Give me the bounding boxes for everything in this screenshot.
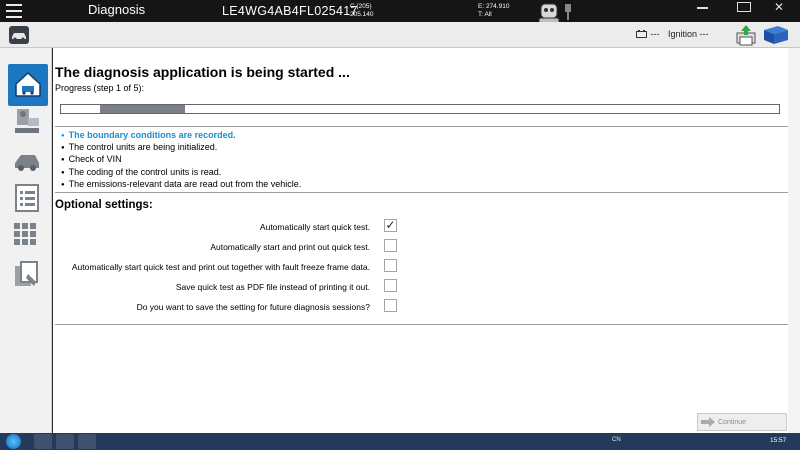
printer-icon[interactable] [734, 23, 758, 47]
plug-icon [565, 4, 571, 20]
nav-vehicle-service-icon[interactable] [12, 106, 42, 136]
arrow-right-icon [701, 417, 715, 427]
page-title: The diagnosis application is being start… [55, 64, 350, 80]
option-label: Automatically start quick test and print… [71, 262, 370, 272]
vehicle-selector-button[interactable] [9, 26, 29, 44]
step-item: Check of VIN [61, 154, 301, 166]
minimize-icon[interactable] [697, 7, 708, 9]
car-icon [12, 33, 26, 41]
ignition-status: Ignition --- [668, 29, 709, 39]
nav-documents-icon[interactable] [12, 260, 42, 290]
progress-label: Progress (step 1 of 5): [55, 83, 145, 93]
continue-button[interactable]: Continue [697, 413, 787, 431]
windows-taskbar: CN 15:57 [0, 433, 800, 450]
start-button[interactable] [6, 434, 21, 449]
battery-icon [636, 30, 647, 38]
option-row: Automatically start quick test. ✓ [53, 219, 788, 235]
option-label: Automatically start quick test. [259, 222, 370, 232]
t-version: T: All [478, 11, 492, 18]
nav-list-icon[interactable] [12, 183, 42, 213]
startup-step-list: The boundary conditions are recorded.The… [61, 130, 302, 191]
option-checkbox[interactable] [384, 239, 397, 252]
option-checkbox[interactable]: ✓ [384, 219, 397, 232]
divider [55, 192, 788, 193]
option-checkbox[interactable] [384, 259, 397, 272]
nav-home-button[interactable] [8, 64, 48, 106]
divider [55, 324, 788, 325]
c-code-line2: 205.140 [350, 11, 374, 18]
battery-status: --- [636, 29, 660, 39]
nav-grid-icon[interactable] [12, 221, 42, 251]
option-checkbox[interactable] [384, 299, 397, 312]
option-row: Automatically start and print out quick … [53, 239, 788, 255]
maximize-icon[interactable] [737, 2, 751, 12]
taskbar-app-1[interactable] [34, 434, 52, 449]
close-icon[interactable]: ✕ [774, 0, 784, 14]
nav-vehicle-icon[interactable] [12, 146, 42, 176]
toolbar: --- Ignition --- [0, 22, 800, 48]
progress-fill [100, 105, 185, 113]
option-row: Automatically start quick test and print… [53, 259, 788, 275]
option-row: Save quick test as PDF file instead of p… [53, 279, 788, 295]
language-indicator[interactable]: CN [612, 437, 621, 443]
optional-settings-heading: Optional settings: [55, 199, 153, 211]
menu-icon[interactable] [6, 4, 22, 18]
e-version: E: 274.910 [478, 3, 510, 10]
progress-bar [60, 104, 780, 114]
step-item: The boundary conditions are recorded. [61, 130, 301, 142]
taskbar-app-3[interactable] [78, 434, 96, 449]
option-checkbox[interactable] [384, 279, 397, 292]
step-item: The control units are being initialized. [61, 142, 301, 154]
left-navigation [0, 48, 52, 433]
main-panel: The diagnosis application is being start… [53, 48, 788, 433]
step-item: The emissions-relevant data are read out… [61, 179, 302, 191]
vehicle-code-readout: C (205) 205.140 [350, 3, 374, 19]
divider [55, 126, 788, 127]
continue-label: Continue [718, 419, 747, 426]
manual-book-icon[interactable] [762, 24, 790, 46]
option-label: Save quick test as PDF file instead of p… [175, 282, 370, 292]
step-item: The coding of the control units is read. [61, 167, 301, 179]
option-row: Do you want to save the setting for futu… [53, 299, 788, 315]
option-label: Do you want to save the setting for futu… [136, 302, 370, 312]
c-code-line1: C (205) [350, 3, 372, 10]
vertical-scrollbar[interactable] [788, 48, 800, 433]
home-car-icon [15, 71, 41, 97]
option-label: Automatically start and print out quick … [210, 242, 370, 252]
taskbar-app-2[interactable] [56, 434, 74, 449]
version-readout: E: 274.910 T: All [478, 3, 509, 19]
battery-value: --- [650, 29, 660, 39]
vin-display: LE4WG4AB4FL025417 [222, 4, 358, 18]
title-bar: Diagnosis LE4WG4AB4FL025417 C (205) 205.… [0, 0, 800, 33]
app-title: Diagnosis [88, 2, 146, 17]
clock[interactable]: 15:57 [770, 437, 786, 444]
